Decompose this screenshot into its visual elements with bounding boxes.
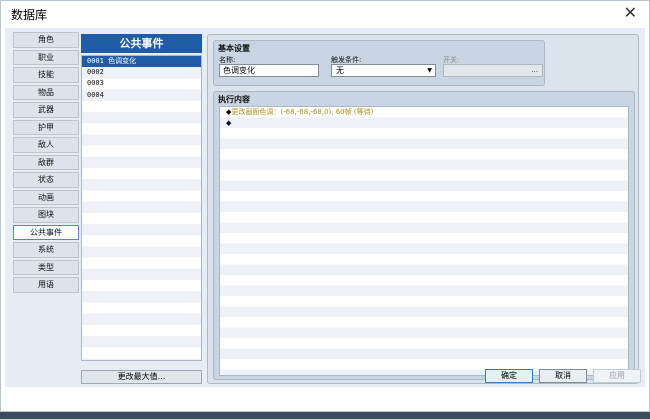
category-tab[interactable]: 敌人 [13,137,79,153]
title-bar: 数据库 ✕ [1,1,649,27]
list-item[interactable]: 0002 [82,67,201,78]
category-tab[interactable]: 类型 [13,259,79,275]
cancel-button[interactable]: 取消 [539,369,587,383]
command-text: 更改画面色调：(-68,-68,-68,0), 60帧 (等待) [231,108,374,116]
list-item[interactable]: 0004 [82,90,201,101]
window-title: 数据库 [11,8,48,22]
category-tab[interactable]: 动画 [13,189,79,205]
database-dialog: 数据库 ✕ 角色 职业 技能 物品 武器 护甲 敌人 敌群 状态 动画 图块 公共事件 系统 类型 用语 公… [0,0,650,412]
change-max-button[interactable]: 更改最大值... [81,370,202,384]
list-item[interactable]: 0003 [82,78,201,89]
category-tab[interactable]: 技能 [13,67,79,83]
execution-content-title: 执行内容 [218,95,250,104]
event-detail-panel: 基本设置 名称: 色调变化 触发条件: 无 ▼ 开关: ... 执行内容 ◆更改… [207,34,639,384]
command-list[interactable]: ◆更改画面色调：(-68,-68,-68,0), 60帧 (等待) ◆ [219,106,629,376]
close-icon[interactable]: ✕ [624,4,637,22]
basic-settings-group: 基本设置 名称: 色调变化 触发条件: 无 ▼ 开关: ... [213,40,545,86]
command-row[interactable]: ◆ [220,118,628,129]
chevron-down-icon: ▼ [427,67,432,74]
category-tab[interactable]: 图块 [13,207,79,223]
switch-field[interactable]: ... [443,64,543,77]
common-event-list-panel: 公共事件 0001 色调变化 0002 0003 0004 [81,34,202,361]
list-header: 公共事件 [81,34,202,53]
apply-button[interactable]: 应用 [593,369,641,383]
basic-settings-title: 基本设置 [218,44,250,53]
list-item[interactable]: 0001 色调变化 [82,56,201,68]
category-list: 角色 职业技能 物品武器 护甲敌人 敌群状态 动画图块 公共事件系统 类型用语 [13,32,79,295]
category-tab[interactable]: 职业 [13,49,79,65]
dialog-client: 角色 职业 技能 物品 武器 护甲 敌人 敌群 状态 动画 图块 公共事件 系统 类型 用语 公共事件 00… [5,28,645,387]
category-tab[interactable]: 武器 [13,102,79,118]
category-tab[interactable]: 公共事件 [13,224,79,240]
name-input[interactable]: 色调变化 [219,64,319,77]
trigger-value: 无 [336,66,344,75]
switch-browse-button[interactable]: ... [531,65,538,76]
category-tab[interactable]: 护甲 [13,119,79,135]
common-event-list[interactable]: 0001 色调变化 0002 0003 0004 [81,55,202,361]
category-tab[interactable]: 系统 [13,242,79,258]
execution-content-group: 执行内容 ◆更改画面色调：(-68,-68,-68,0), 60帧 (等待) ◆ [213,91,635,380]
trigger-select[interactable]: 无 ▼ [331,64,436,77]
background-app-strip [0,412,650,419]
category-tab[interactable]: 物品 [13,84,79,100]
category-tab[interactable]: 用语 [13,277,79,293]
category-tab[interactable]: 敌群 [13,154,79,170]
category-tab[interactable]: 状态 [13,172,79,188]
ok-button[interactable]: 确定 [485,369,533,383]
command-row[interactable]: ◆更改画面色调：(-68,-68,-68,0), 60帧 (等待) [220,107,628,118]
category-tab[interactable]: 角色 [13,32,79,48]
command-marker-icon: ◆ [226,118,232,127]
